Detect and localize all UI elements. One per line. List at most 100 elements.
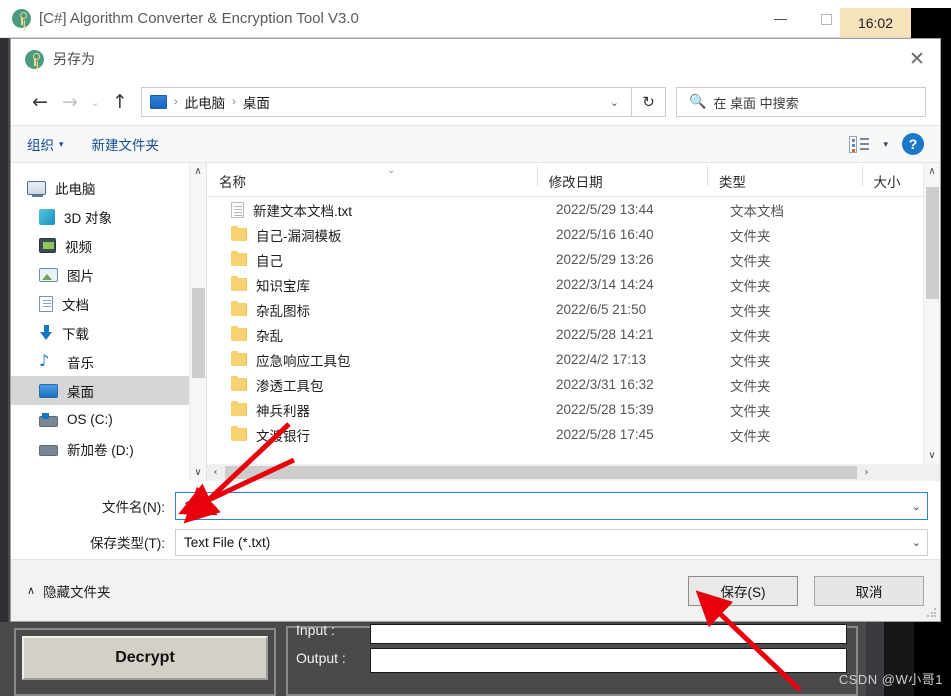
input-field[interactable] <box>370 624 847 644</box>
file-name-cell: 新建文本文档.txt <box>207 200 544 220</box>
command-bar: 组织 ▾ 新建文件夹 ▾ ? <box>11 125 940 163</box>
help-icon[interactable]: ? <box>902 133 924 155</box>
footer-buttons: 保存(S) 取消 <box>688 575 924 606</box>
table-row[interactable]: 应急响应工具包 2022/4/2 17:13 文件夹 <box>207 347 940 372</box>
column-header-type[interactable]: 类型 <box>706 165 862 191</box>
address-bar[interactable]: › 此电脑 › 桌面 ⌄ <box>141 87 632 117</box>
file-type: 文件夹 <box>730 403 771 419</box>
output-field[interactable] <box>370 648 847 673</box>
filename-label: 文件名(N): <box>102 500 165 515</box>
file-list-scroll-thumb[interactable] <box>926 187 939 299</box>
file-date: 2022/4/2 17:13 <box>556 352 647 367</box>
music-icon: ♪ <box>39 351 50 370</box>
sidebar-item-videos[interactable]: 视频 <box>11 231 206 260</box>
sidebar-item-documents[interactable]: 文档 <box>11 289 206 318</box>
chevron-down-icon[interactable]: ⌄ <box>912 500 921 513</box>
folder-icon <box>231 351 247 366</box>
watermark: CSDN @W小哥1 <box>838 672 943 687</box>
table-row[interactable]: 杂乱 2022/5/28 14:21 文件夹 <box>207 322 940 347</box>
dialog-close-button[interactable]: ✕ <box>894 39 940 79</box>
refresh-icon[interactable]: ↻ <box>632 87 666 117</box>
filename-input[interactable]: 1 ⌄ <box>175 492 928 520</box>
table-row[interactable]: 知识宝库 2022/3/14 14:24 文件夹 <box>207 272 940 297</box>
save-button[interactable]: 保存(S) <box>688 575 798 606</box>
file-name-cell: 知识宝库 <box>207 275 544 295</box>
new-folder-button[interactable]: 新建文件夹 <box>92 134 160 154</box>
table-row[interactable]: 自己 2022/5/29 13:26 文件夹 <box>207 247 940 272</box>
view-mode-glyph <box>849 135 858 153</box>
hide-folders-toggle[interactable]: ∧ 隐藏文件夹 <box>27 581 111 601</box>
sidebar-item-3d-objects[interactable]: 3D 对象 <box>11 202 206 231</box>
filename-row: 文件名(N): 1 ⌄ <box>23 491 928 521</box>
file-name-cell: 杂乱图标 <box>207 300 544 320</box>
file-date: 2022/6/5 21:50 <box>556 302 647 317</box>
file-date: 2022/3/14 14:24 <box>556 277 654 292</box>
videos-icon <box>39 238 56 253</box>
scroll-right-icon[interactable]: › <box>858 467 875 478</box>
forward-icon[interactable]: → <box>55 87 85 117</box>
file-name-cell: 渗透工具包 <box>207 375 544 395</box>
dialog-footer: ∧ 隐藏文件夹 保存(S) 取消 <box>11 559 940 621</box>
folder-icon <box>231 251 247 266</box>
recent-locations-icon[interactable]: ⌄ <box>85 87 105 117</box>
search-icon: 🔍 <box>689 94 707 110</box>
file-type: 文件夹 <box>730 278 771 294</box>
chevron-down-icon[interactable]: ▾ <box>883 139 888 150</box>
column-header-date[interactable]: 修改日期 <box>536 165 707 191</box>
breadcrumb-separator: › <box>232 96 236 108</box>
table-row[interactable]: 自己-漏洞模板 2022/5/16 16:40 文件夹 <box>207 222 940 247</box>
sidebar-item-label: 文档 <box>62 297 89 313</box>
drive-icon <box>39 444 58 456</box>
sidebar-item-new-volume-d[interactable]: 新加卷 (D:) <box>11 434 206 463</box>
search-box[interactable]: 🔍 在 桌面 中搜索 <box>676 87 926 117</box>
breadcrumb-this-pc[interactable]: 此电脑 <box>185 92 226 112</box>
column-header-name[interactable]: 名称 <box>207 171 537 191</box>
chevron-up-icon: ∧ <box>27 585 36 597</box>
back-icon[interactable]: ← <box>25 87 55 117</box>
file-list-vertical-scrollbar[interactable]: ∧ ∨ <box>923 163 940 464</box>
file-list-horizontal-scrollbar[interactable]: ‹ › <box>207 464 940 481</box>
file-date: 2022/5/28 14:21 <box>556 327 654 342</box>
scroll-down-icon[interactable]: ∨ <box>924 447 940 464</box>
navigation-bar: ← → ⌄ ↑ › 此电脑 › 桌面 ⌄ ↻ 🔍 在 桌面 中搜索 <box>11 79 940 125</box>
resize-grip[interactable] <box>927 608 937 618</box>
table-row[interactable]: 渗透工具包 2022/3/31 16:32 文件夹 <box>207 372 940 397</box>
downloads-icon <box>39 324 53 341</box>
scroll-left-icon[interactable]: ‹ <box>207 467 224 478</box>
scroll-up-icon[interactable]: ∧ <box>190 163 206 180</box>
cancel-button[interactable]: 取消 <box>814 575 924 606</box>
scroll-up-icon[interactable]: ∧ <box>924 163 940 180</box>
new-folder-label: 新建文件夹 <box>91 138 160 153</box>
input-label: Input : <box>296 622 335 638</box>
organize-button[interactable]: 组织 ▾ <box>27 134 64 154</box>
table-row[interactable]: 杂乱图标 2022/6/5 21:50 文件夹 <box>207 297 940 322</box>
filetype-select[interactable]: Text File (*.txt) ⌄ <box>175 528 928 556</box>
sidebar-item-label: 桌面 <box>67 384 94 400</box>
sidebar-item-desktop[interactable]: 桌面 <box>11 376 206 405</box>
sidebar-item-music[interactable]: ♪ 音乐 <box>11 347 206 376</box>
sidebar-item-this-pc[interactable]: 此电脑 <box>11 173 206 202</box>
hscroll-thumb[interactable] <box>225 466 857 479</box>
breadcrumb-desktop[interactable]: 桌面 <box>243 92 270 112</box>
sidebar-item-label: OS (C:) <box>67 412 113 427</box>
decrypt-button[interactable]: Decrypt <box>22 636 268 680</box>
folder-icon <box>231 426 247 441</box>
table-row[interactable]: 神兵利器 2022/5/28 15:39 文件夹 <box>207 397 940 422</box>
sidebar-scroll-thumb[interactable] <box>192 288 205 378</box>
up-icon[interactable]: ↑ <box>105 87 135 117</box>
sidebar-item-pictures[interactable]: 图片 <box>11 260 206 289</box>
table-row[interactable]: 新建文本文档.txt 2022/5/29 13:44 文本文档 <box>207 197 940 222</box>
chevron-down-icon[interactable]: ⌄ <box>912 536 921 549</box>
file-name-cell: 神兵利器 <box>207 400 544 420</box>
sidebar-item-os-c[interactable]: OS (C:) <box>11 405 206 434</box>
scroll-down-icon[interactable]: ∨ <box>190 464 206 481</box>
sidebar-item-downloads[interactable]: 下载 <box>11 318 206 347</box>
sidebar-scrollbar[interactable]: ∧ ∨ <box>189 163 206 481</box>
sidebar-item-label: 图片 <box>67 268 94 284</box>
minimize-button[interactable] <box>757 0 803 38</box>
file-date: 2022/3/31 16:32 <box>556 377 654 392</box>
desktop-icon <box>39 383 58 398</box>
address-dropdown-icon[interactable]: ⌄ <box>602 96 627 109</box>
table-row[interactable]: 文渡银行 2022/5/28 17:45 文件夹 <box>207 422 940 447</box>
view-mode-icon[interactable] <box>849 135 870 153</box>
